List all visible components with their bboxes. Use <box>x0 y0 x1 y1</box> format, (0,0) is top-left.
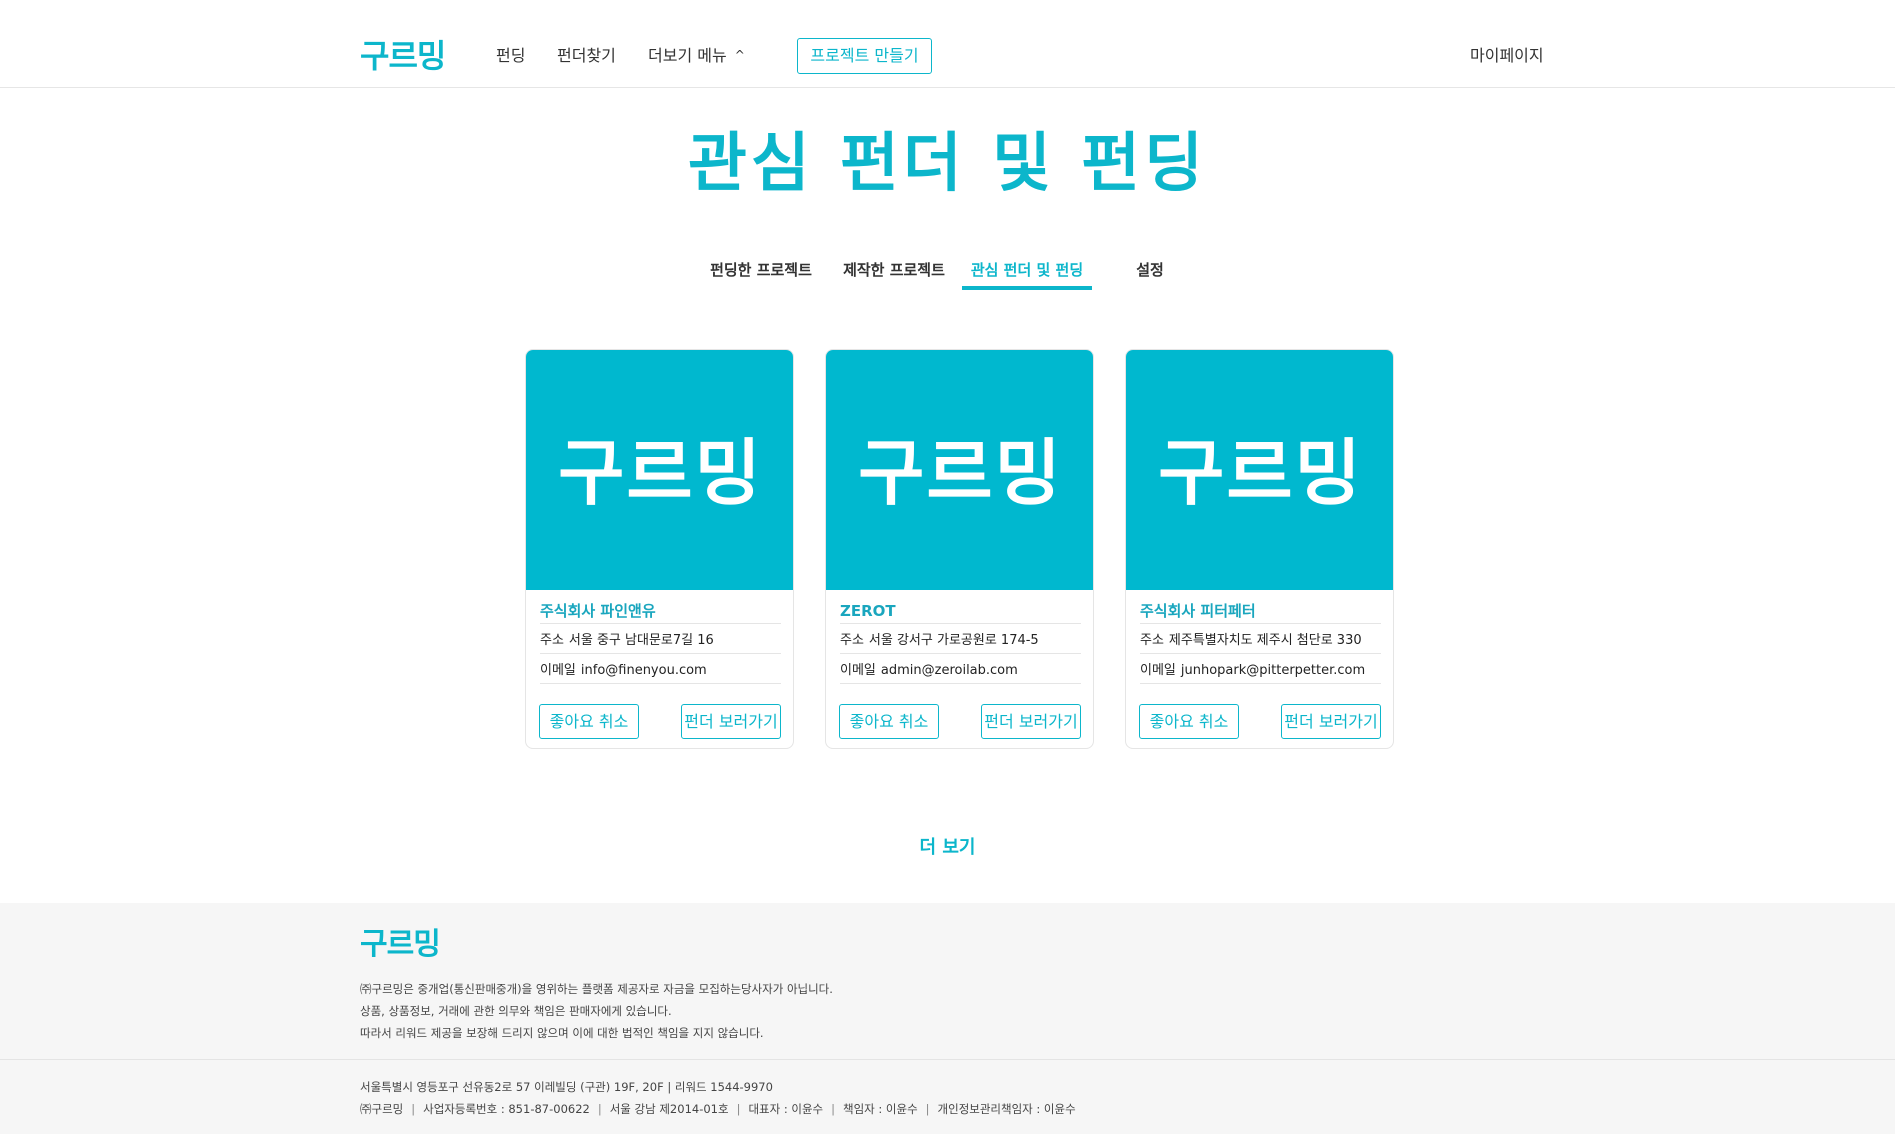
funder-card: 구르밍 ZEROT 주소 서울 강서구 가로공원로 174-5 이메일 admin@… <box>825 349 1094 749</box>
view-funder-button[interactable]: 펀더 보러가기 <box>981 704 1081 739</box>
email-value: junhopark@pitterpetter.com <box>1180 663 1366 678</box>
manager: 책임자 : 이윤수 <box>842 1102 918 1116</box>
footer-company-info: ㈜구르밍 | 사업자등록번호 : 851-87-00622 | 서울 강남 제2014-… <box>360 1101 1076 1117</box>
chevron-up-icon: ^ <box>734 48 745 62</box>
funder-thumbnail[interactable]: 구르밍 <box>1126 350 1393 590</box>
company-name: ㈜구르밍 <box>360 1102 404 1116</box>
ceo: 대표자 : 이윤수 <box>748 1102 824 1116</box>
funder-thumbnail[interactable]: 구르밍 <box>826 350 1093 590</box>
page-title: 관심 펀더 및 펀딩 <box>687 127 1207 201</box>
nav-more-menu[interactable]: 더보기 메뉴 ^ <box>648 45 745 68</box>
mypage-tabs: 펀딩한 프로젝트 제작한 프로젝트 관심 펀더 및 펀딩 설정 <box>695 258 1205 290</box>
funder-email: 이메일 info@finenyou.com <box>540 661 781 684</box>
info-separator: | <box>831 1102 835 1116</box>
funder-email: 이메일 junhopark@pitterpetter.com <box>1140 661 1381 684</box>
footer-divider <box>0 1059 1895 1060</box>
funder-thumbnail[interactable]: 구르밍 <box>526 350 793 590</box>
footer-notice-line: 따라서 리워드 제공을 보장해 드리지 않으며 이에 대한 법적인 책임을 지지… <box>360 1026 764 1040</box>
privacy-officer: 개인정보관리책임자 : 이윤수 <box>937 1102 1076 1116</box>
email-value: admin@zeroilab.com <box>880 663 1018 678</box>
funder-name: 주식회사 파인앤유 <box>540 600 781 624</box>
mail-order-number: 서울 강남 제2014-01호 <box>609 1102 729 1116</box>
tab-interested-funders[interactable]: 관심 펀더 및 펀딩 <box>962 258 1092 290</box>
email-label: 이메일 <box>540 663 576 678</box>
view-funder-button[interactable]: 펀더 보러가기 <box>1281 704 1381 739</box>
tab-settings[interactable]: 설정 <box>1132 258 1168 290</box>
unlike-button[interactable]: 좋아요 취소 <box>1139 704 1239 739</box>
funder-card: 구르밍 주식회사 피터페터 주소 제주특별자치도 제주시 첨단로 330 이메일 j… <box>1125 349 1394 749</box>
site-footer: 구르밍 ㈜구르밍은 중개업(통신판매중개)을 영위하는 플랫폼 제공자로 자금을… <box>0 903 1895 1134</box>
funder-address: 주소 서울 강서구 가로공원로 174-5 <box>840 631 1081 654</box>
address-value: 서울 중구 남대문로7길 16 <box>568 633 714 648</box>
email-label: 이메일 <box>1140 663 1176 678</box>
email-label: 이메일 <box>840 663 876 678</box>
funder-address: 주소 제주특별자치도 제주시 첨단로 330 <box>1140 631 1381 654</box>
funder-email: 이메일 admin@zeroilab.com <box>840 661 1081 684</box>
nav-funding[interactable]: 펀딩 <box>496 45 525 67</box>
load-more-button[interactable]: 더 보기 <box>0 836 1895 860</box>
info-separator: | <box>411 1102 416 1116</box>
info-separator: | <box>597 1102 602 1116</box>
business-number: 사업자등록번호 : 851-87-00622 <box>423 1102 590 1116</box>
tab-funded-projects[interactable]: 펀딩한 프로젝트 <box>708 258 814 290</box>
unlike-button[interactable]: 좋아요 취소 <box>839 704 939 739</box>
tab-created-projects[interactable]: 제작한 프로젝트 <box>841 258 947 290</box>
footer-logo: 구르밍 <box>360 927 441 962</box>
footer-address: 서울특별시 영등포구 선유동2로 57 이레빌딩 (구관) 19F, 20F |… <box>360 1080 773 1094</box>
thumbnail-logo: 구르밍 <box>558 431 763 515</box>
address-label: 주소 <box>540 633 564 648</box>
create-project-button[interactable]: 프로젝트 만들기 <box>797 38 932 74</box>
funder-name: ZEROT <box>840 600 1081 624</box>
funder-address: 주소 서울 중구 남대문로7길 16 <box>540 631 781 654</box>
thumbnail-logo: 구르밍 <box>858 431 1063 515</box>
footer-notice-line: ㈜구르밍은 중개업(통신판매중개)을 영위하는 플랫폼 제공자로 자금을 모집하… <box>360 982 833 996</box>
address-label: 주소 <box>1140 633 1164 648</box>
unlike-button[interactable]: 좋아요 취소 <box>539 704 639 739</box>
address-value: 제주특별자치도 제주시 첨단로 330 <box>1168 633 1362 648</box>
site-header: 구르밍 펀딩 펀더찾기 더보기 메뉴 ^ 프로젝트 만들기 마이페이지 <box>0 0 1895 88</box>
mypage-link[interactable]: 마이페이지 <box>1470 45 1544 67</box>
address-label: 주소 <box>840 633 864 648</box>
nav-more-menu-label: 더보기 메뉴 <box>648 46 727 65</box>
email-value: info@finenyou.com <box>580 663 707 678</box>
address-value: 서울 강서구 가로공원로 174-5 <box>868 633 1039 648</box>
view-funder-button[interactable]: 펀더 보러가기 <box>681 704 781 739</box>
funder-name: 주식회사 피터페터 <box>1140 600 1381 624</box>
thumbnail-logo: 구르밍 <box>1158 431 1363 515</box>
footer-notice-line: 상품, 상품정보, 거래에 관한 의무와 책임은 판매자에게 있습니다. <box>360 1004 672 1018</box>
logo[interactable]: 구르밍 <box>360 36 446 76</box>
info-separator: | <box>925 1102 930 1116</box>
funder-card: 구르밍 주식회사 파인앤유 주소 서울 중구 남대문로7길 16 이메일 info@… <box>525 349 794 749</box>
nav-find-funders[interactable]: 펀더찾기 <box>557 45 616 67</box>
info-separator: | <box>736 1102 741 1116</box>
